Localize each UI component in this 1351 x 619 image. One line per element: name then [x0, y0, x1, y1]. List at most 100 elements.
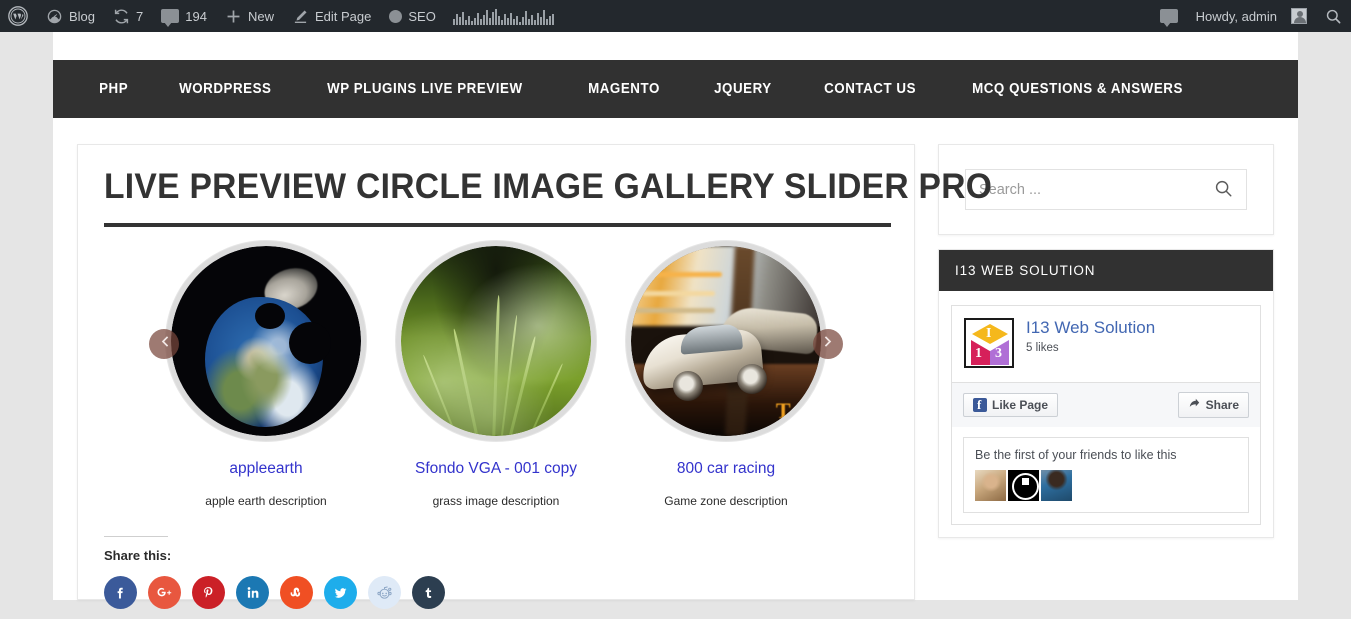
slide-description: apple earth description [205, 494, 327, 509]
search-icon [1325, 8, 1342, 25]
wordpress-logo-icon [8, 6, 28, 26]
slide-title-link[interactable]: appleearth [159, 460, 373, 479]
seo-bar-graph-icon [445, 7, 554, 25]
facebook-friend-thumbnails [975, 470, 1237, 501]
search-form[interactable] [965, 169, 1247, 210]
gallery-slide[interactable]: Sfondo VGA - 001 copy grass image descri… [389, 240, 603, 509]
like-page-label: Like Page [992, 398, 1049, 412]
slide-description: grass image description [432, 494, 560, 509]
facebook-friends-box: Be the first of your friends to like thi… [963, 437, 1249, 513]
gallery-slide[interactable]: T 800 car racing Game zone description [619, 240, 843, 509]
circle-image-gallery-slider: appleearth apple earth description Sfond… [104, 240, 888, 509]
adminbar-item-new[interactable]: New [216, 0, 283, 32]
friend-avatar[interactable] [1041, 470, 1072, 501]
nav-item-contact-us[interactable]: CONTACT US [802, 81, 938, 97]
update-icon [113, 8, 130, 25]
gallery-slide[interactable]: appleearth apple earth description [149, 240, 373, 509]
facebook-friends-text: Be the first of your friends to like thi… [975, 448, 1177, 462]
nav-item-wp-plugins-live-preview[interactable]: WP PLUGINS LIVE PREVIEW [305, 81, 545, 97]
primary-navigation: PHP WORDPRESS WP PLUGINS LIVE PREVIEW MA… [53, 60, 1298, 118]
pinterest-share-icon[interactable] [192, 576, 225, 610]
adminbar-updates-count: 7 [136, 8, 144, 24]
grass-photo [401, 245, 591, 436]
facebook-page-widget: I13 WEB SOLUTION I 1 3 I13 Web Solution … [938, 249, 1274, 538]
adminbar-item-updates[interactable]: 7 [104, 0, 152, 32]
user-avatar-icon [1291, 8, 1307, 24]
wp-admin-bar: Blog 7 194 New Edit Page SEO Howdy, admi… [0, 0, 1351, 32]
friend-avatar[interactable] [1008, 470, 1039, 501]
adminbar-my-account[interactable]: Howdy, admin [1187, 0, 1316, 32]
slide-title-link[interactable]: 800 car racing [619, 460, 833, 479]
twitter-share-icon[interactable] [324, 576, 357, 610]
wordpress-logo-menu[interactable] [0, 0, 37, 32]
facebook-page-card: I 1 3 I13 Web Solution 5 likes f Like Pa… [951, 305, 1261, 525]
comment-bubble-icon [161, 9, 180, 27]
slide-circle-frame[interactable] [166, 240, 366, 441]
nav-item-jquery[interactable]: JQUERY [692, 81, 794, 97]
reddit-share-icon[interactable] [368, 576, 401, 610]
googleplus-share-icon[interactable] [148, 576, 181, 610]
facebook-action-row: Like Page Share [952, 382, 1260, 427]
widget-heading: I13 WEB SOLUTION [939, 250, 1273, 291]
search-submit-button[interactable] [1214, 179, 1233, 201]
title-divider [104, 222, 891, 227]
stumbleupon-share-icon[interactable] [280, 576, 313, 610]
slide-circle-frame[interactable]: T [626, 240, 826, 441]
share-divider [104, 536, 168, 538]
share-icon-list [104, 576, 888, 610]
facebook-f-icon [973, 397, 987, 413]
apple-earth-photo [171, 245, 361, 436]
sidebar: I13 WEB SOLUTION I 1 3 [938, 144, 1274, 600]
adminbar-item-seo[interactable]: SEO [380, 0, 444, 32]
facebook-share-button[interactable]: Share [1177, 392, 1249, 418]
linkedin-share-icon[interactable] [236, 576, 269, 610]
nav-item-php[interactable]: PHP [77, 81, 150, 97]
facebook-page-name[interactable]: I13 Web Solution [1026, 318, 1155, 337]
content-columns: LIVE PREVIEW CIRCLE IMAGE GALLERY SLIDER… [53, 144, 1298, 610]
car-racing-photo: T [631, 245, 821, 436]
slider-prev-button[interactable] [149, 328, 179, 359]
plus-icon [225, 8, 242, 25]
slide-title-link[interactable]: Sfondo VGA - 001 copy [389, 460, 603, 479]
search-input[interactable] [979, 181, 1214, 198]
nav-item-magento[interactable]: MAGENTO [566, 81, 682, 97]
chevron-right-icon [822, 335, 835, 353]
tumblr-share-icon[interactable] [412, 576, 445, 610]
adminbar-comments-count: 194 [185, 8, 207, 24]
search-icon [1214, 179, 1233, 201]
adminbar-item-comments[interactable]: 194 [152, 0, 216, 32]
share-this-label: Share this: [104, 548, 172, 564]
howdy-label: Howdy, admin [1195, 8, 1277, 24]
article-card: LIVE PREVIEW CIRCLE IMAGE GALLERY SLIDER… [77, 144, 993, 610]
share-label: Share [1205, 398, 1239, 412]
share-arrow-icon [1188, 397, 1201, 413]
page-title: LIVE PREVIEW CIRCLE IMAGE GALLERY SLIDER… [104, 167, 993, 206]
comment-moderation-icon [1159, 9, 1178, 27]
facebook-page-header: I 1 3 I13 Web Solution 5 likes [952, 306, 1260, 382]
facebook-share-icon[interactable] [104, 576, 137, 610]
slide-circle-frame[interactable] [396, 240, 596, 441]
chevron-left-icon [158, 335, 171, 353]
share-this-section: Share this: [104, 536, 888, 619]
slider-next-button[interactable] [813, 328, 843, 359]
adminbar-search-button[interactable] [1316, 0, 1351, 32]
facebook-like-page-button[interactable]: Like Page [963, 393, 1059, 417]
seo-dot-icon [389, 9, 403, 23]
adminbar-blog-label: Blog [69, 8, 96, 24]
pencil-icon [292, 8, 309, 25]
adminbar-seo-label: SEO [408, 8, 436, 24]
i13-cube-logo-icon: I 1 3 [964, 318, 1014, 368]
adminbar-item-blog[interactable]: Blog [37, 0, 104, 32]
adminbar-edit-page-label: Edit Page [314, 8, 372, 24]
facebook-like-count: 5 likes [1026, 342, 1059, 354]
dashboard-icon [46, 8, 63, 25]
nav-item-wordpress[interactable]: WORDPRESS [157, 81, 294, 97]
widget-body: I 1 3 I13 Web Solution 5 likes f Like Pa… [939, 291, 1273, 537]
slide-description: Game zone description [664, 494, 788, 509]
adminbar-new-label: New [247, 8, 274, 24]
nav-item-mcq-questions-answers[interactable]: MCQ QUESTIONS & ANSWERS [950, 81, 1205, 97]
adminbar-notifications[interactable] [1152, 0, 1187, 32]
site-container: PHP WORDPRESS WP PLUGINS LIVE PREVIEW MA… [53, 32, 1298, 610]
friend-avatar[interactable] [975, 470, 1006, 501]
adminbar-item-edit-page[interactable]: Edit Page [283, 0, 380, 32]
